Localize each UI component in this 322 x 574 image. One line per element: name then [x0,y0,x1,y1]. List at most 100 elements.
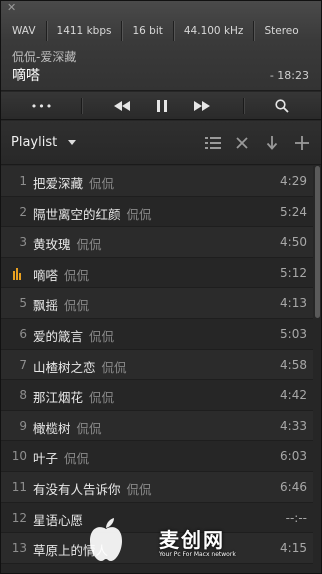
track-artist: 侃侃 [64,451,90,467]
track-duration: 4:58 [280,357,307,372]
track-artist: 侃侃 [89,176,115,191]
track-info: 有没有人告诉你 侃侃 [33,479,152,498]
track-number: 10 [11,449,27,464]
arrow-down-icon[interactable] [262,133,282,153]
playlist-row[interactable]: 3 黄玫瑰 侃侃 4:50 [1,227,313,258]
track-artist: 侃侃 [126,481,152,497]
format-label: WAV [1,21,47,41]
track-artist: 侃侃 [89,328,115,344]
track-number: 5 [19,296,27,311]
playlist-row[interactable]: 1 把爱深藏 侃侃 4:29 [1,166,313,197]
playlist-row[interactable]: 8 那江烟花 侃侃 4:42 [1,380,313,411]
track-duration: 6:46 [280,479,307,494]
samplerate-label: 44.100 kHz [174,21,255,41]
now-playing-icon [13,267,21,280]
playlist-row[interactable]: 10 叶子 侃侃 6:03 [1,441,313,472]
channels-label: Stereo [264,25,299,37]
chevron-down-icon[interactable] [68,140,76,145]
playlist-row[interactable]: 6 爱的箴言 侃侃 5:03 [1,318,313,350]
track-number: 1 [19,174,27,188]
track-info: 嘀嗒 侃侃 [33,265,89,284]
remove-icon[interactable] [232,133,252,153]
watermark-tagline: Your Pc For Macx network [159,551,236,558]
track-title: 飘摇 [33,298,59,314]
track-duration: 4:13 [280,296,307,311]
track-number: 13 [11,541,27,556]
apple-logo-icon [90,518,122,561]
playlist-row[interactable]: 5 飘摇 侃侃 4:13 [1,288,313,319]
track-info: 飘摇 侃侃 [33,295,89,314]
track-number: 9 [19,418,27,433]
bitdepth-label: 16 bit [122,21,174,41]
track-info: 橄榄树 侃侃 [33,418,102,437]
format-info: WAV 1411 kbps 16 bit 44.100 kHz Stereo [1,21,309,41]
track-number: 6 [19,326,27,341]
track-title: 嘀嗒 [33,267,59,283]
track-number: 3 [19,235,27,250]
track-title: 有没有人告诉你 [33,481,121,497]
track-artist: 侃侃 [76,420,102,436]
track-duration: 4:29 [280,174,307,188]
track-title: 橄榄树 [33,420,71,436]
fast-forward-icon[interactable] [189,92,215,120]
playlist-row[interactable]: 9 橄榄树 侃侃 4:33 [1,410,313,442]
track-artist: 侃侃 [89,390,115,406]
track-duration: 4:42 [280,388,307,403]
playlist-row[interactable]: 11 有没有人告诉你 侃侃 6:46 [1,471,313,503]
track-title: 爱的箴言 [33,328,84,344]
watermark: 麦创网 Your Pc For Macx network [41,509,241,569]
playlist-header: Playlist [1,121,321,165]
pause-icon[interactable] [149,92,175,120]
track-duration: 5:03 [280,326,307,341]
track-duration: 4:15 [280,541,307,556]
track-number: 8 [19,388,27,403]
track-title: 山楂树之恋 [33,359,96,375]
track-artist: 侃侃 [64,298,90,314]
track-number: 12 [11,510,27,525]
search-icon[interactable] [269,92,295,120]
track-artist: 侃侃 [64,267,90,283]
playlist: 1 把爱深藏 侃侃 4:29 2 隔世离空的红颜 侃侃 5:24 3 黄玫瑰 侃侃 4:50 嘀嗒 侃侃 5… [1,166,313,564]
track-title: 那江烟花 [33,390,84,406]
track-duration: 4:50 [280,235,307,250]
time-remaining[interactable]: - 18:23 [270,69,309,82]
artist-album: 侃侃-爱深藏 [12,50,77,64]
track-info: 那江烟花 侃侃 [33,387,114,406]
playlist-row[interactable]: 嘀嗒 侃侃 5:12 [1,257,313,289]
track-info: 黄玫瑰 侃侃 [33,234,102,253]
track-title: 隔世离空的红颜 [33,206,121,222]
rewind-icon[interactable] [109,92,135,120]
track-title: 叶子 [33,451,59,467]
track-duration: 5:12 [280,265,307,280]
track-title: 把爱深藏 [33,176,84,191]
scrollbar[interactable] [315,166,320,318]
divider [81,98,82,114]
track-number: 7 [19,357,27,372]
track-duration: 5:24 [280,204,307,219]
track-info: 山楂树之恋 侃侃 [33,357,127,376]
track-info: 隔世离空的红颜 侃侃 [33,204,152,223]
track-title: 嘀嗒 [12,68,40,84]
divider [243,98,244,114]
track-artist: 侃侃 [126,206,152,222]
track-artist: 侃侃 [76,237,102,253]
add-icon[interactable] [292,133,312,153]
close-icon[interactable]: ✕ [7,2,16,14]
bitrate-label: 1411 kbps [47,21,123,41]
track-number: 11 [11,479,27,494]
track-title: 黄玫瑰 [33,237,71,253]
track-info: 叶子 侃侃 [33,448,89,467]
playlist-row[interactable]: 7 山楂树之恋 侃侃 4:58 [1,349,313,381]
watermark-name: 麦创网 [159,528,225,552]
more-icon[interactable]: ••• [23,92,61,120]
track-info: 爱的箴言 侃侃 [33,326,114,345]
track-duration: --:-- [285,510,307,525]
track-number: 2 [19,204,27,219]
track-duration: 6:03 [280,449,307,464]
playlist-row[interactable]: 2 隔世离空的红颜 侃侃 5:24 [1,196,313,228]
list-view-icon[interactable] [203,133,223,153]
track-info: 把爱深藏 侃侃 [33,173,114,192]
track-artist: 侃侃 [101,359,127,375]
playlist-menu[interactable]: Playlist [11,135,57,150]
now-playing-panel: ✕ WAV 1411 kbps 16 bit 44.100 kHz Stereo… [1,1,321,91]
